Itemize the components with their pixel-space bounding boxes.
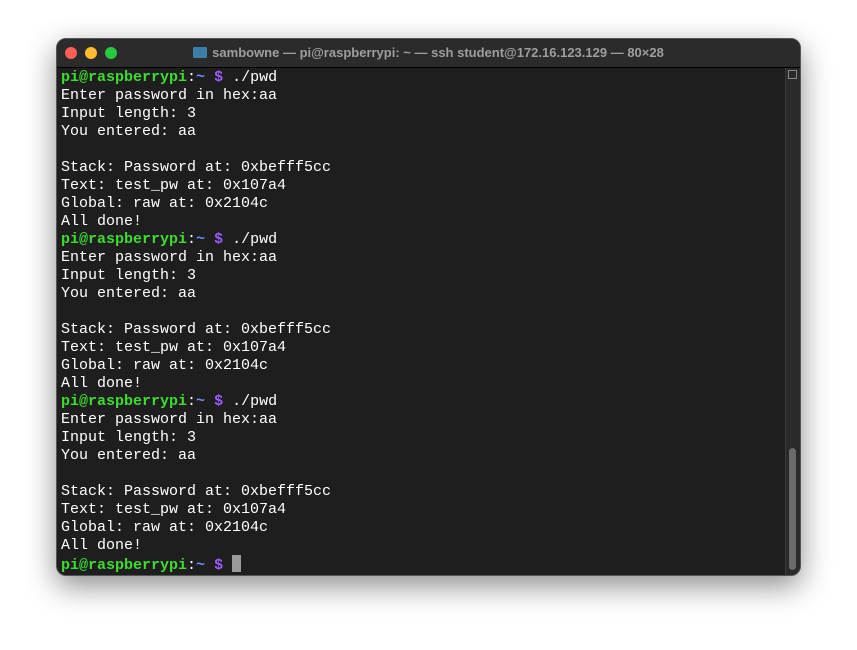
output-text: All done! [61, 537, 143, 554]
output-text: Enter password in hex:aa [61, 87, 278, 104]
output-text: Global: raw at: 0x2104c [61, 357, 269, 374]
output-text: All done! [61, 213, 143, 230]
prompt-colon: : [187, 557, 197, 574]
window-title: sambowne — pi@raspberrypi: ~ — ssh stude… [57, 45, 800, 60]
output-text: Input length: 3 [61, 429, 197, 446]
prompt-dir: ~ [196, 393, 206, 410]
output-text: Enter password in hex:aa [61, 411, 278, 428]
output-line: Input length: 3 [61, 105, 331, 123]
output-line: Enter password in hex:aa [61, 411, 331, 429]
prompt-dir: ~ [196, 557, 206, 574]
prompt-colon: : [187, 231, 197, 248]
output-line: Enter password in hex:aa [61, 87, 331, 105]
prompt-user-host: pi@raspberrypi [61, 557, 188, 574]
prompt-sign: $ [214, 393, 224, 410]
split-pane-icon[interactable] [788, 70, 797, 79]
output-text: Text: test_pw at: 0x107a4 [61, 501, 287, 518]
output-line: Text: test_pw at: 0x107a4 [61, 339, 331, 357]
prompt-line: pi@raspberrypi:~ $ [61, 555, 331, 575]
prompt-sign: $ [214, 69, 224, 86]
output-text: Text: test_pw at: 0x107a4 [61, 339, 287, 356]
title-bar: sambowne — pi@raspberrypi: ~ — ssh stude… [57, 39, 800, 68]
output-line: Global: raw at: 0x2104c [61, 195, 331, 213]
output-text: Stack: Password at: 0xbefff5cc [61, 321, 332, 338]
scrollbar[interactable] [785, 68, 800, 575]
cursor [232, 555, 242, 572]
command-text: ./pwd [223, 231, 278, 248]
output-text: You entered: aa [61, 123, 197, 140]
output-text: Stack: Password at: 0xbefff5cc [61, 159, 332, 176]
terminal-window: sambowne — pi@raspberrypi: ~ — ssh stude… [56, 38, 801, 576]
output-text: Input length: 3 [61, 105, 197, 122]
terminal-output[interactable]: pi@raspberrypi:~ $ ./pwd Enter password i… [61, 69, 331, 575]
output-line: Stack: Password at: 0xbefff5cc [61, 321, 331, 339]
output-line: Global: raw at: 0x2104c [61, 357, 331, 375]
output-line: Enter password in hex:aa [61, 249, 331, 267]
prompt-user-host: pi@raspberrypi [61, 69, 188, 86]
prompt-colon: : [187, 393, 197, 410]
prompt-line: pi@raspberrypi:~ $ ./pwd [61, 393, 331, 411]
output-text: Stack: Password at: 0xbefff5cc [61, 483, 332, 500]
output-text: You entered: aa [61, 447, 197, 464]
output-text: Global: raw at: 0x2104c [61, 519, 269, 536]
window-title-text: sambowne — pi@raspberrypi: ~ — ssh stude… [212, 45, 664, 60]
output-text: You entered: aa [61, 285, 197, 302]
prompt-dir: ~ [196, 69, 206, 86]
output-text: Text: test_pw at: 0x107a4 [61, 177, 287, 194]
prompt-sign: $ [214, 557, 224, 574]
prompt-user-host: pi@raspberrypi [61, 231, 188, 248]
output-line: Stack: Password at: 0xbefff5cc [61, 483, 331, 501]
prompt-dir: ~ [196, 231, 206, 248]
output-line: All done! [61, 537, 331, 555]
prompt-user-host: pi@raspberrypi [61, 393, 188, 410]
output-line: You entered: aa [61, 285, 331, 303]
output-line: You entered: aa [61, 447, 331, 465]
output-text: Input length: 3 [61, 267, 197, 284]
output-line: Input length: 3 [61, 429, 331, 447]
prompt-colon: : [187, 69, 197, 86]
prompt-line: pi@raspberrypi:~ $ ./pwd [61, 69, 331, 87]
output-line: You entered: aa [61, 123, 331, 141]
output-line: Text: test_pw at: 0x107a4 [61, 177, 331, 195]
command-text [223, 557, 232, 574]
prompt-sign: $ [214, 231, 224, 248]
output-line: Stack: Password at: 0xbefff5cc [61, 159, 331, 177]
output-line: All done! [61, 213, 331, 231]
output-text: Enter password in hex:aa [61, 249, 278, 266]
output-line: All done! [61, 375, 331, 393]
prompt-line: pi@raspberrypi:~ $ ./pwd [61, 231, 331, 249]
output-line: Text: test_pw at: 0x107a4 [61, 501, 331, 519]
output-text: All done! [61, 375, 143, 392]
command-text: ./pwd [223, 393, 278, 410]
folder-icon [193, 47, 208, 58]
output-text: Global: raw at: 0x2104c [61, 195, 269, 212]
command-text: ./pwd [223, 69, 278, 86]
output-line: Global: raw at: 0x2104c [61, 519, 331, 537]
output-line: Input length: 3 [61, 267, 331, 285]
scrollbar-thumb[interactable] [789, 448, 796, 570]
